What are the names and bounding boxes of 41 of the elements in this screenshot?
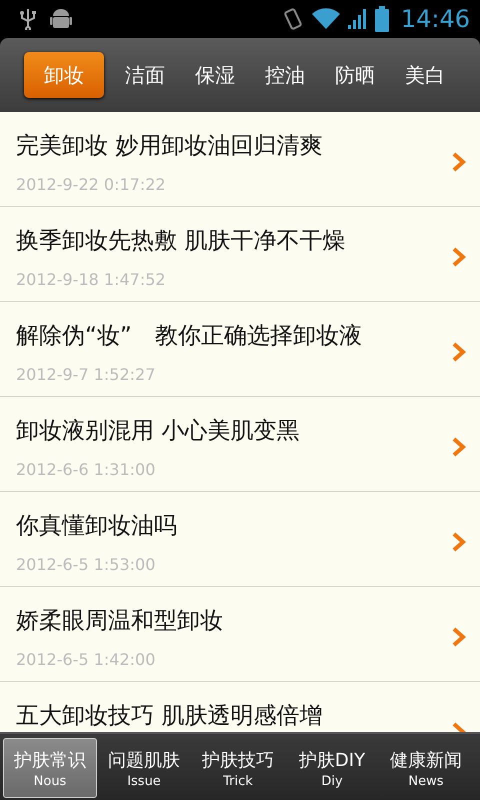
chevron-right-icon — [452, 247, 466, 267]
chevron-right-icon — [452, 627, 466, 647]
wifi-icon — [310, 8, 341, 30]
article-date: 2012-9-7 1:52:27 — [16, 365, 156, 384]
signal-icon — [346, 7, 369, 31]
article-date: 2012-6-5 1:53:00 — [16, 555, 156, 574]
nav-tab[interactable]: 问题肌肤 Issue — [97, 738, 191, 798]
category-tab[interactable]: 保湿 — [180, 52, 250, 98]
chevron-right-icon — [452, 437, 466, 457]
nav-tab[interactable]: 护肤技巧 Trick — [191, 738, 285, 798]
article-date: 2012-9-22 0:17:22 — [16, 175, 167, 194]
article-row[interactable]: 卸妆液别混用 小心美肌变黑 2012-6-6 1:31:00 — [0, 397, 480, 492]
nav-tab[interactable]: 护肤常识 Nous — [3, 738, 97, 798]
usb-icon — [20, 8, 36, 30]
article-row[interactable]: 完美卸妆 妙用卸妆油回归清爽 2012-9-22 0:17:22 — [0, 112, 480, 207]
category-tab[interactable]: 洁面 — [110, 52, 180, 98]
article-title: 换季卸妆先热敷 肌肤干净不干燥 — [16, 227, 346, 256]
chevron-right-icon — [452, 152, 466, 172]
article-row[interactable]: 娇柔眼周温和型卸妆 2012-6-5 1:42:00 — [0, 587, 480, 682]
article-row[interactable]: 换季卸妆先热敷 肌肤干净不干燥 2012-9-18 1:47:52 — [0, 207, 480, 302]
article-row[interactable]: 你真懂卸妆油吗 2012-6-5 1:53:00 — [0, 492, 480, 587]
chevron-right-icon — [452, 342, 466, 362]
article-title: 完美卸妆 妙用卸妆油回归清爽 — [16, 132, 322, 161]
article-row[interactable]: 解除伪“妆” 教你正确选择卸妆液 2012-9-7 1:52:27 — [0, 302, 480, 397]
article-title: 娇柔眼周温和型卸妆 — [16, 607, 223, 636]
article-date: 2012-6-6 1:31:00 — [16, 460, 156, 479]
clock-time: 14:46 — [400, 5, 470, 33]
nav-tab[interactable]: 健康新闻 News — [379, 738, 473, 798]
article-date: 2012-6-5 1:42:00 — [16, 650, 156, 669]
category-tab[interactable]: 美白 — [390, 52, 460, 98]
battery-icon — [374, 6, 389, 32]
article-title: 五大卸妆技巧 肌肤透明感倍增 — [16, 702, 322, 731]
category-tab[interactable]: 控油 — [250, 52, 320, 98]
chevron-right-icon — [452, 532, 466, 552]
category-tab[interactable]: 防晒 — [320, 52, 390, 98]
article-title: 你真懂卸妆油吗 — [16, 512, 177, 541]
nav-tab[interactable]: 护肤DIY Diy — [285, 738, 379, 798]
article-title: 卸妆液别混用 小心美肌变黑 — [16, 417, 300, 446]
android-icon — [50, 7, 72, 31]
article-title: 解除伪“妆” 教你正确选择卸妆液 — [16, 322, 362, 351]
article-date: 2012-9-18 1:47:52 — [16, 270, 167, 289]
